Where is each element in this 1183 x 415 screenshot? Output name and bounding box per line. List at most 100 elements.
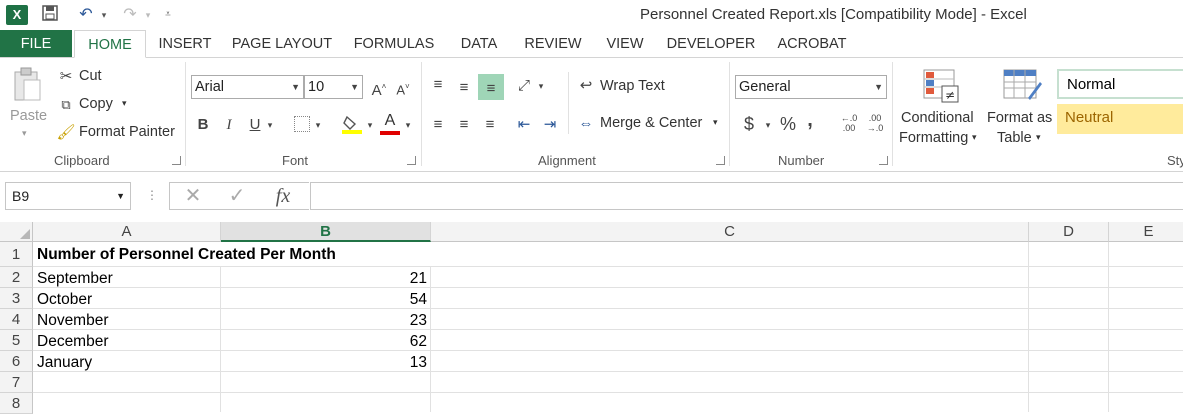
fill-color-icon[interactable]: [342, 114, 362, 134]
borders-icon[interactable]: [294, 116, 310, 132]
sheet-title-cell[interactable]: Number of Personnel Created Per Month: [37, 244, 336, 265]
format-as-table-label[interactable]: Table: [997, 130, 1032, 146]
comma-button[interactable]: ,: [804, 110, 816, 130]
font-color-icon[interactable]: A: [380, 113, 400, 135]
month-cell[interactable]: January: [37, 352, 92, 373]
count-cell[interactable]: 21: [224, 268, 427, 289]
merge-center-button[interactable]: Merge & Center: [600, 115, 702, 131]
wrap-text-icon[interactable]: ↩: [576, 76, 596, 96]
save-icon[interactable]: [40, 5, 60, 25]
bold-button[interactable]: B: [194, 115, 212, 135]
tab-review[interactable]: REVIEW: [516, 30, 590, 58]
count-cell[interactable]: 62: [224, 331, 427, 352]
decrease-indent-icon[interactable]: ⇤: [514, 115, 534, 135]
row-header[interactable]: 3: [0, 288, 33, 309]
fill-color-dropdown-icon[interactable]: ▾: [364, 115, 376, 135]
name-box[interactable]: B9 ▼: [5, 182, 131, 210]
format-as-table-icon[interactable]: [1002, 68, 1042, 104]
column-header-e[interactable]: E: [1109, 222, 1183, 242]
paste-button[interactable]: Paste: [10, 108, 47, 124]
row-header[interactable]: 8: [0, 393, 33, 414]
increase-font-icon[interactable]: A˄: [370, 77, 388, 101]
tab-formulas[interactable]: FORMULAS: [346, 30, 442, 58]
align-bottom-button[interactable]: ≡: [478, 74, 504, 100]
redo-icon[interactable]: ↷: [120, 5, 140, 25]
copy-icon[interactable]: ⧉: [56, 95, 76, 115]
scissors-icon[interactable]: ✂: [56, 67, 76, 87]
merge-icon[interactable]: ⇔: [576, 114, 596, 134]
column-header-b[interactable]: B: [221, 222, 431, 242]
tab-insert[interactable]: INSERT: [150, 30, 220, 58]
month-cell[interactable]: November: [37, 310, 109, 331]
paste-icon[interactable]: [12, 66, 42, 102]
orientation-dropdown-icon[interactable]: ▾: [535, 76, 547, 96]
borders-dropdown-icon[interactable]: ▾: [312, 115, 324, 135]
row-header[interactable]: 7: [0, 372, 33, 393]
count-cell[interactable]: 13: [224, 352, 427, 373]
format-as-table-button[interactable]: Format as: [987, 110, 1052, 126]
align-middle-icon[interactable]: ≡: [454, 78, 474, 98]
currency-dropdown-icon[interactable]: ▾: [762, 115, 774, 135]
customize-qat-icon[interactable]: ⩡: [158, 5, 178, 25]
select-all-button[interactable]: [0, 222, 33, 242]
count-cell[interactable]: 54: [224, 289, 427, 310]
month-cell[interactable]: September: [37, 268, 113, 289]
row-header[interactable]: 2: [0, 267, 33, 288]
paste-dropdown-icon[interactable]: ▾: [22, 128, 27, 139]
align-center-icon[interactable]: ≡: [454, 115, 474, 135]
currency-button[interactable]: $: [740, 114, 758, 134]
formula-input[interactable]: [310, 182, 1183, 210]
underline-button[interactable]: U: [246, 115, 264, 135]
decrease-font-icon[interactable]: A˅: [394, 77, 412, 100]
conditional-formatting-icon[interactable]: ≠: [922, 68, 960, 104]
copy-button[interactable]: Copy: [79, 96, 113, 112]
orientation-icon[interactable]: ⤢: [514, 76, 534, 96]
decrease-decimal-icon[interactable]: .00 →.0: [864, 113, 886, 133]
cut-button[interactable]: Cut: [79, 68, 102, 84]
alignment-launcher-icon[interactable]: [716, 156, 725, 165]
number-launcher-icon[interactable]: [879, 156, 888, 165]
row-header[interactable]: 6: [0, 351, 33, 372]
italic-button[interactable]: I: [220, 115, 238, 135]
font-color-dropdown-icon[interactable]: ▾: [402, 115, 414, 135]
cancel-icon[interactable]: ✕: [178, 182, 208, 210]
font-name-select[interactable]: Arial ▼: [191, 75, 304, 99]
conditional-formatting-label[interactable]: Formatting: [899, 130, 968, 146]
insert-function-button[interactable]: fx: [268, 182, 298, 210]
column-header-c[interactable]: C: [431, 222, 1029, 242]
tab-home[interactable]: HOME: [74, 30, 146, 58]
enter-icon[interactable]: ✓: [222, 182, 252, 210]
style-neutral[interactable]: Neutral: [1057, 104, 1183, 134]
merge-dropdown-icon[interactable]: ▾: [713, 117, 718, 128]
row-header[interactable]: 5: [0, 330, 33, 351]
format-as-table-dropdown-icon[interactable]: ▾: [1036, 132, 1041, 143]
month-cell[interactable]: October: [37, 289, 92, 310]
worksheet-grid[interactable]: A B C D E 1 2 3 4 5 6 7 8 Number of Pers…: [0, 222, 1183, 414]
align-top-icon[interactable]: ≡: [428, 75, 448, 95]
increase-indent-icon[interactable]: ⇥: [540, 115, 560, 135]
underline-dropdown-icon[interactable]: ▾: [264, 115, 276, 135]
row-header[interactable]: 1: [0, 242, 33, 267]
style-normal[interactable]: Normal: [1057, 69, 1183, 99]
align-right-icon[interactable]: ≡: [480, 115, 500, 135]
clipboard-launcher-icon[interactable]: [172, 156, 181, 165]
format-painter-icon[interactable]: 🖌: [56, 123, 76, 143]
copy-dropdown-icon[interactable]: ▾: [122, 98, 127, 109]
format-painter-button[interactable]: Format Painter: [79, 124, 175, 140]
column-header-a[interactable]: A: [33, 222, 221, 242]
undo-icon[interactable]: ↶: [76, 5, 96, 25]
undo-dropdown-icon[interactable]: ▾: [94, 5, 114, 25]
tab-file[interactable]: FILE: [0, 30, 72, 58]
tab-view[interactable]: VIEW: [600, 30, 650, 58]
column-header-d[interactable]: D: [1029, 222, 1109, 242]
increase-decimal-icon[interactable]: ←.0.00: [838, 113, 860, 133]
redo-dropdown-icon[interactable]: ▾: [138, 5, 158, 25]
percent-button[interactable]: %: [778, 114, 798, 134]
month-cell[interactable]: December: [37, 331, 109, 352]
tab-data[interactable]: DATA: [452, 30, 506, 58]
count-cell[interactable]: 23: [224, 310, 427, 331]
font-launcher-icon[interactable]: [407, 156, 416, 165]
font-size-select[interactable]: 10 ▼: [304, 75, 363, 99]
align-left-icon[interactable]: ≡: [428, 115, 448, 135]
tab-page-layout[interactable]: PAGE LAYOUT: [226, 30, 338, 58]
